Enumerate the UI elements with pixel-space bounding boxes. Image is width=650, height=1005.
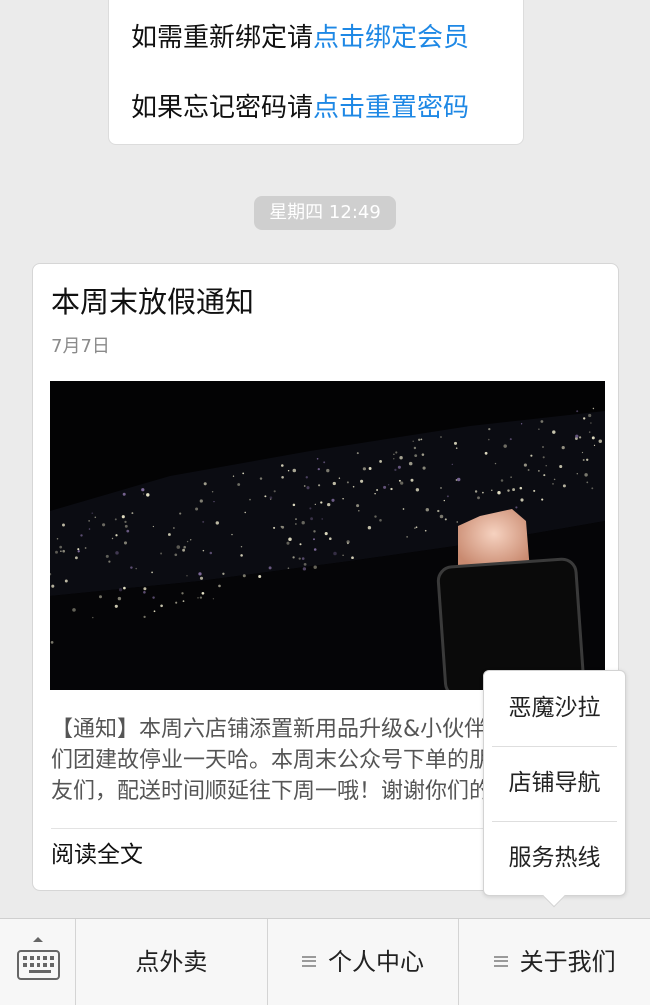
reset-prefix: 如果忘记密码请 <box>131 93 314 123</box>
chevron-up-icon <box>33 937 43 942</box>
message-timestamp: 星期四 12:49 <box>254 196 396 230</box>
menu-label-about-us: 关于我们 <box>519 948 616 976</box>
rebind-prefix: 如需重新绑定请 <box>131 23 314 53</box>
keyboard-toggle-button[interactable] <box>0 919 76 1005</box>
menu-label-personal-center: 个人中心 <box>328 948 424 976</box>
menu-label-order-takeout: 点外卖 <box>135 948 208 976</box>
reset-password-link[interactable]: 点击重置密码 <box>313 93 469 123</box>
bottom-menu-bar: 点外卖 个人中心 关于我们 <box>0 918 650 1005</box>
night-city-photo <box>50 381 605 690</box>
submenu-item-store-navigation[interactable]: 店铺导航 <box>484 746 625 821</box>
article-date: 7月7日 <box>51 336 110 357</box>
article-title: 本周末放假通知 <box>51 285 255 319</box>
read-more-link[interactable]: 阅读全文 <box>51 838 143 872</box>
submenu-item-devil-salad[interactable]: 恶魔沙拉 <box>484 671 625 746</box>
menu-button-personal-center[interactable]: 个人中心 <box>268 919 460 1005</box>
reset-password-line: 如果忘记密码请点击重置密码 <box>131 91 523 125</box>
hamburger-icon <box>493 955 508 967</box>
hamburger-icon <box>302 955 316 967</box>
menu-button-about-us[interactable]: 关于我们 <box>459 919 650 1005</box>
rebind-line: 如需重新绑定请点击绑定会员 <box>131 21 523 55</box>
menu-button-order-takeout[interactable]: 点外卖 <box>76 919 268 1005</box>
article-summary: 【通知】本周六店铺添置新用品升级&小伙伴们团建故停业一天哈。本周末公众号下单的朋… <box>51 717 492 804</box>
about-us-submenu: 恶魔沙拉 店铺导航 服务热线 <box>483 670 626 908</box>
bind-member-link[interactable]: 点击绑定会员 <box>313 23 469 53</box>
article-cover-image <box>50 381 605 690</box>
keyboard-icon <box>17 950 60 980</box>
previous-message-bubble: 如需重新绑定请点击绑定会员 如果忘记密码请点击重置密码 <box>108 0 524 145</box>
